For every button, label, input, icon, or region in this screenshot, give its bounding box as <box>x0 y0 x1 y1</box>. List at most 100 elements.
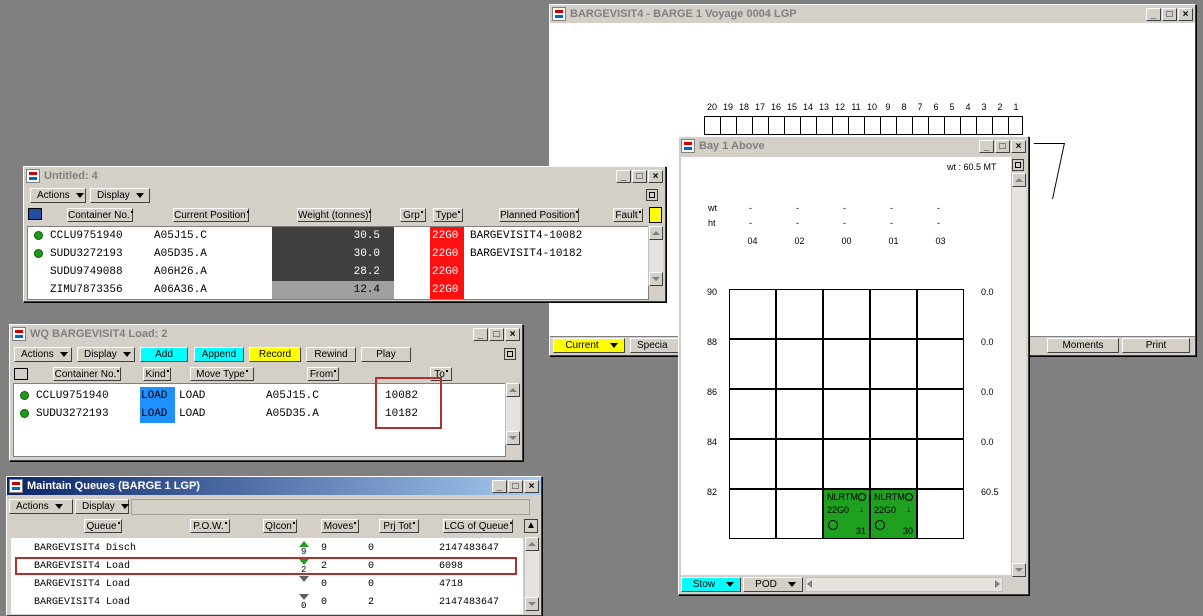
bay-slot[interactable] <box>776 389 823 439</box>
bay-slot[interactable] <box>776 489 823 539</box>
scroll-up-icon[interactable] <box>506 383 520 397</box>
bay-slot[interactable] <box>729 489 776 539</box>
bay-slot[interactable] <box>729 289 776 339</box>
play-button[interactable]: Play <box>361 347 411 362</box>
table-row[interactable]: CCLU9751940 A05J15.C 30.5 22G0 BARGEVISI… <box>28 227 648 245</box>
bay-slot[interactable] <box>823 389 870 439</box>
wq-titlebar[interactable]: WQ BARGEVISIT4 Load: 2 _ □ × <box>10 325 522 343</box>
header-planned-position[interactable]: Planned Position <box>499 208 579 222</box>
bay-slot[interactable] <box>917 489 964 539</box>
scroll-down-icon[interactable] <box>525 597 539 611</box>
stow-dropdown[interactable]: Stow <box>681 577 741 592</box>
moments-button[interactable]: Moments <box>1047 338 1119 353</box>
bay-slot[interactable] <box>917 439 964 489</box>
display-menu[interactable]: Display <box>75 499 129 514</box>
bay-slot[interactable] <box>823 339 870 389</box>
scroll-up-icon[interactable] <box>649 226 663 240</box>
header-lcg-of-queue[interactable]: LCG of Queue <box>443 519 513 533</box>
queues-scrollbar[interactable] <box>524 537 539 611</box>
bay-hscrollbar[interactable] <box>805 577 1003 592</box>
header-queue[interactable]: Queue <box>84 519 122 533</box>
pod-dropdown[interactable]: POD <box>743 577 803 592</box>
wq-scrollbar[interactable] <box>505 383 520 445</box>
table-settings-icon[interactable] <box>14 368 28 380</box>
minimize-icon[interactable]: _ <box>979 139 994 153</box>
header-moves[interactable]: Moves <box>321 519 359 533</box>
scroll-up-icon[interactable] <box>1012 173 1026 187</box>
scroll-up-icon[interactable] <box>525 537 539 551</box>
scroll-right-icon[interactable] <box>995 580 1000 588</box>
actions-menu[interactable]: Actions <box>14 347 72 362</box>
bay-slot[interactable] <box>870 389 917 439</box>
table-row[interactable]: BARGEVISIT4 Load 0 0 4718 <box>11 576 523 594</box>
queues-titlebar[interactable]: Maintain Queues (BARGE 1 LGP) _ □ × <box>7 477 541 495</box>
header-prj-tot[interactable]: Prj Tot <box>379 519 419 533</box>
bay-slot[interactable] <box>776 289 823 339</box>
bay-slot[interactable] <box>823 439 870 489</box>
header-kind[interactable]: Kind <box>143 367 171 381</box>
record-button[interactable]: Record <box>249 347 301 362</box>
container-slot[interactable]: NLRTM 22G0 ↓ 30 <box>870 489 917 539</box>
bay-slot[interactable] <box>917 289 964 339</box>
display-menu[interactable]: Display <box>90 188 150 203</box>
table-row[interactable]: SUDU3272193 A05D35.A 30.0 22G0 BARGEVISI… <box>28 245 648 263</box>
untitled-titlebar[interactable]: Untitled: 4 _ □ × <box>24 167 665 185</box>
bay-slot[interactable] <box>823 289 870 339</box>
barge-visit-titlebar[interactable]: BARGEVISIT4 - BARGE 1 Voyage 0004 LGP _ … <box>550 5 1195 23</box>
sort-icon[interactable]: ▲ <box>524 519 538 533</box>
minimize-icon[interactable]: _ <box>473 327 488 341</box>
actions-menu[interactable]: Actions <box>9 499 73 514</box>
minimize-icon[interactable]: _ <box>492 479 507 493</box>
table-row[interactable]: BARGEVISIT4 Disch 9 9 0 2147483647 <box>11 540 523 558</box>
maximize-icon[interactable]: □ <box>632 169 647 183</box>
bay-slot[interactable] <box>729 339 776 389</box>
close-icon[interactable]: × <box>505 327 520 341</box>
actions-menu[interactable]: Actions <box>30 188 86 203</box>
append-button[interactable]: Append <box>194 347 244 362</box>
rewind-button[interactable]: Rewind <box>306 347 356 362</box>
bay-slot[interactable] <box>917 389 964 439</box>
maximize-icon[interactable]: □ <box>508 479 523 493</box>
window-menu-icon[interactable] <box>646 189 658 201</box>
close-icon[interactable]: × <box>1178 7 1193 21</box>
bay-slot[interactable] <box>729 439 776 489</box>
current-dropdown[interactable]: Current <box>553 338 625 353</box>
header-grp[interactable]: Grp <box>400 208 426 222</box>
window-menu-icon[interactable] <box>1012 159 1024 171</box>
untitled-scrollbar[interactable] <box>648 226 663 286</box>
bay-slot[interactable] <box>870 339 917 389</box>
scroll-down-icon[interactable] <box>649 272 663 286</box>
bay-slot[interactable] <box>917 339 964 389</box>
close-icon[interactable]: × <box>524 479 539 493</box>
window-menu-icon[interactable] <box>504 348 516 360</box>
bay-slot[interactable] <box>870 289 917 339</box>
table-settings-icon[interactable] <box>28 208 42 220</box>
close-icon[interactable]: × <box>648 169 663 183</box>
table-row[interactable]: SUDU9749088 A06H26.A 28.2 22G0 <box>28 263 648 281</box>
close-icon[interactable]: × <box>1011 139 1026 153</box>
maximize-icon[interactable]: □ <box>995 139 1010 153</box>
table-row[interactable]: BARGEVISIT4 Load 0 0 2 2147483647 <box>11 594 523 612</box>
container-slot[interactable]: NLRTM 22G0 ↓ 31 <box>823 489 870 539</box>
bay-slot[interactable] <box>776 339 823 389</box>
maximize-icon[interactable]: □ <box>489 327 504 341</box>
scroll-down-icon[interactable] <box>1012 563 1026 577</box>
header-move-type[interactable]: Move Type <box>190 367 254 381</box>
header-container-no[interactable]: Container No. <box>53 367 121 381</box>
minimize-icon[interactable]: _ <box>1146 7 1161 21</box>
print-button[interactable]: Print <box>1122 338 1190 353</box>
scroll-left-icon[interactable] <box>807 580 812 588</box>
highlight-column-icon[interactable] <box>649 207 662 223</box>
special-button[interactable]: Specia <box>630 338 680 353</box>
table-row[interactable]: ZIMU7873356 A06A36.A 12.4 22G0 <box>28 281 648 299</box>
maximize-icon[interactable]: □ <box>1162 7 1177 21</box>
scroll-down-icon[interactable] <box>506 431 520 445</box>
header-container-no[interactable]: Container No. <box>67 208 133 222</box>
header-weight[interactable]: Weight (tonnes) <box>297 208 371 222</box>
header-fault[interactable]: Fault <box>613 208 643 222</box>
bay-slot[interactable] <box>729 389 776 439</box>
header-pow[interactable]: P.O.W. <box>190 519 230 533</box>
display-menu[interactable]: Display <box>77 347 135 362</box>
add-button[interactable]: Add <box>140 347 188 362</box>
minimize-icon[interactable]: _ <box>616 169 631 183</box>
